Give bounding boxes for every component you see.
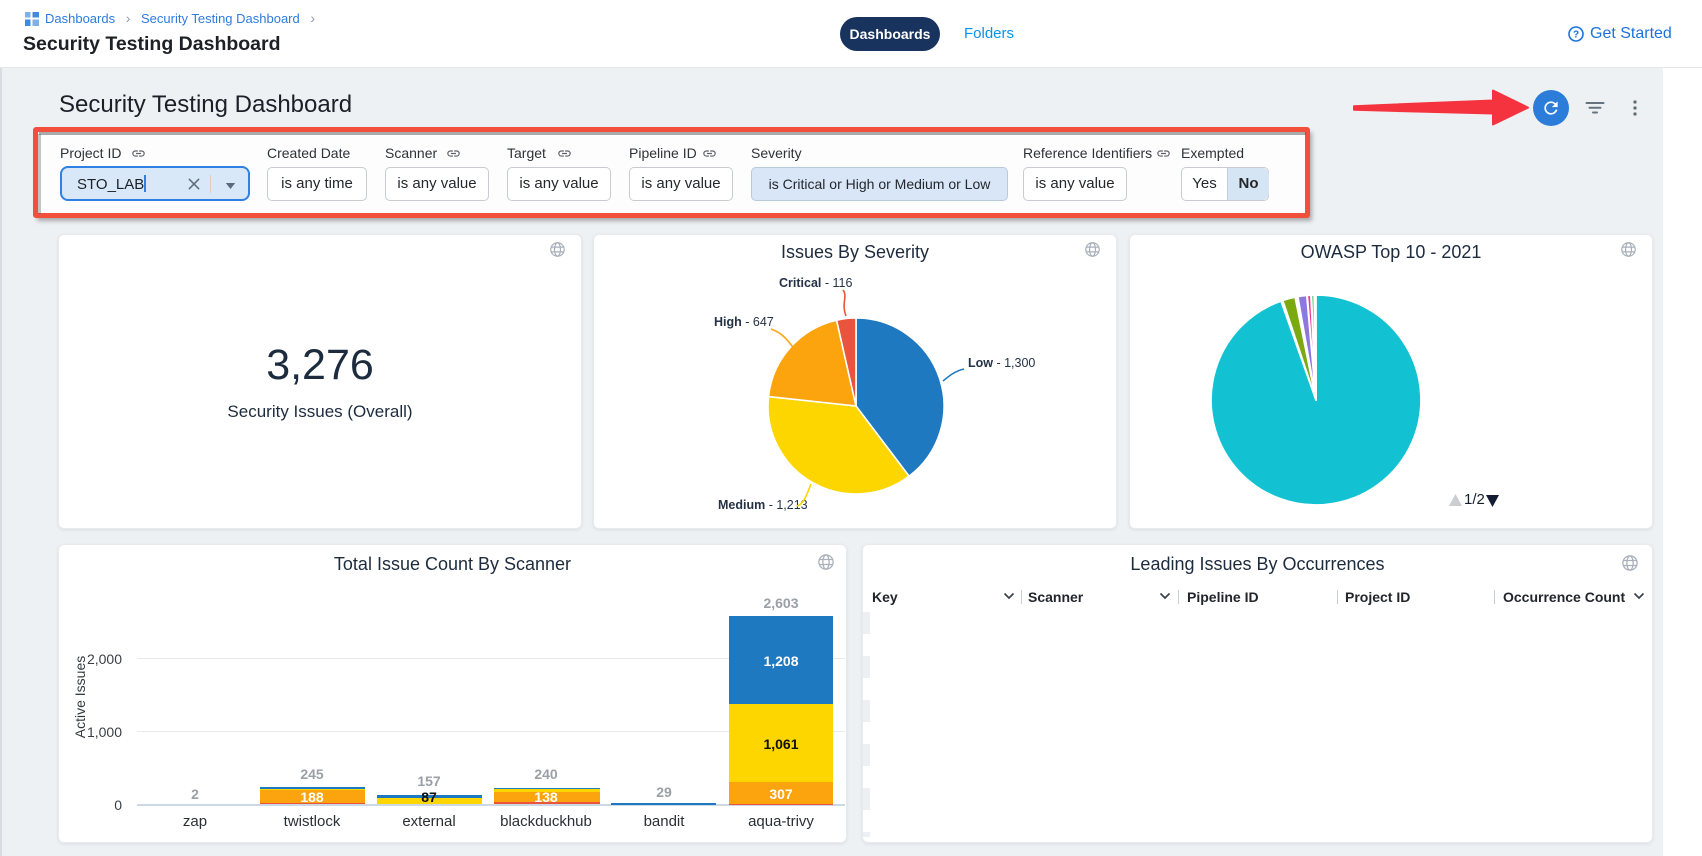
svg-text:?: ? bbox=[1573, 30, 1579, 41]
